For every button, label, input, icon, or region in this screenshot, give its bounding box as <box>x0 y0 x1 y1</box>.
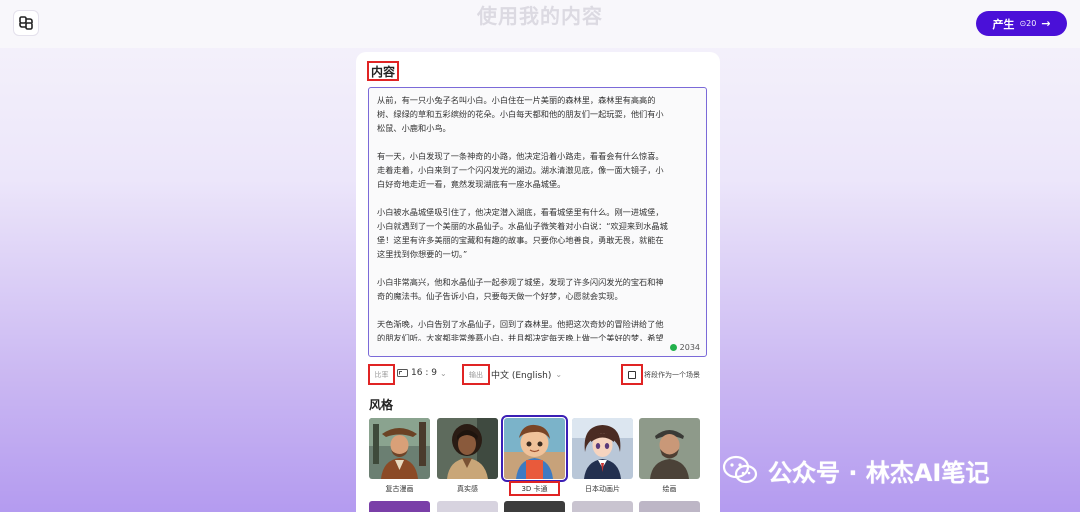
scene-checkbox-highlight <box>621 364 643 385</box>
style-option-row2-3[interactable] <box>504 501 565 512</box>
chevron-down-icon: ⌄ <box>439 368 447 378</box>
watermark: 公众号 · 林杰AI笔记 <box>722 450 989 490</box>
scene-checkbox[interactable] <box>628 370 636 379</box>
style-thumbnail <box>639 418 700 479</box>
style-label: 日本动画片 <box>585 485 620 493</box>
style-option-row2-4[interactable] <box>572 501 633 512</box>
style-label: 绘画 <box>662 485 677 493</box>
selected-style-highlight <box>509 481 560 496</box>
style-label: 复古漫画 <box>385 485 414 493</box>
credits-badge: ⊙20 <box>1019 19 1036 28</box>
watermark-text: 公众号 · 林杰AI笔记 <box>768 458 990 487</box>
chevron-down-icon: ⌄ <box>555 370 563 379</box>
style-option-painting[interactable]: 绘画 <box>639 418 700 493</box>
style-thumbnail <box>572 418 633 479</box>
credits-count: 20 <box>1026 19 1037 28</box>
status-dot-icon <box>669 344 677 351</box>
story-text[interactable]: 从前，有一只小兔子名叫小白。小白住在一片美丽的森林里，森林里有高高的 树、绿绿的… <box>377 93 698 341</box>
generate-button[interactable]: 产生 ⊙20 → <box>976 11 1067 36</box>
style-option-retro-comic[interactable]: 复古漫画 <box>369 418 430 493</box>
page-title: 使用我的内容 <box>477 4 603 28</box>
style-option-row2-1[interactable] <box>369 501 430 512</box>
char-count-value: 2034 <box>679 343 700 352</box>
style-option-anime[interactable]: 日本动画片 <box>572 418 633 493</box>
output-language-value: 中文 (English) <box>491 371 552 381</box>
style-label: 真实感 <box>457 485 478 493</box>
style-heading: 风格 <box>369 398 394 412</box>
content-label: 内容 <box>367 61 399 81</box>
scene-checkbox-label: 将段作为一个场景 <box>644 371 700 379</box>
ratio-value: 16 : 9 <box>411 368 437 378</box>
options-row: 比率 16 : 9 ⌄ 输出 中文 (English) ⌄ 将段作为一个场景 <box>368 364 708 386</box>
output-label: 输出 <box>462 364 490 385</box>
char-count: 2034 <box>669 343 700 352</box>
style-thumbnail <box>501 415 568 482</box>
ratio-select[interactable]: 16 : 9 ⌄ <box>397 368 447 378</box>
style-option-3d-cartoon[interactable]: 3D 卡通 <box>501 415 568 493</box>
ratio-label: 比率 <box>368 364 395 385</box>
style-thumbnail <box>369 418 430 479</box>
output-language-select[interactable]: 中文 (English) ⌄ <box>491 368 562 381</box>
aspect-ratio-icon <box>397 369 408 377</box>
story-textarea[interactable]: 从前，有一只小兔子名叫小白。小白住在一片美丽的森林里，森林里有高高的 树、绿绿的… <box>368 87 707 357</box>
wechat-icon <box>722 455 758 484</box>
generate-label: 产生 <box>992 17 1015 31</box>
arrow-right-icon: → <box>1041 17 1051 30</box>
style-thumbnail <box>437 418 498 479</box>
style-option-row2-5[interactable] <box>639 501 700 512</box>
style-option-row2-2[interactable] <box>437 501 498 512</box>
style-option-realistic[interactable]: 真实感 <box>437 418 498 493</box>
